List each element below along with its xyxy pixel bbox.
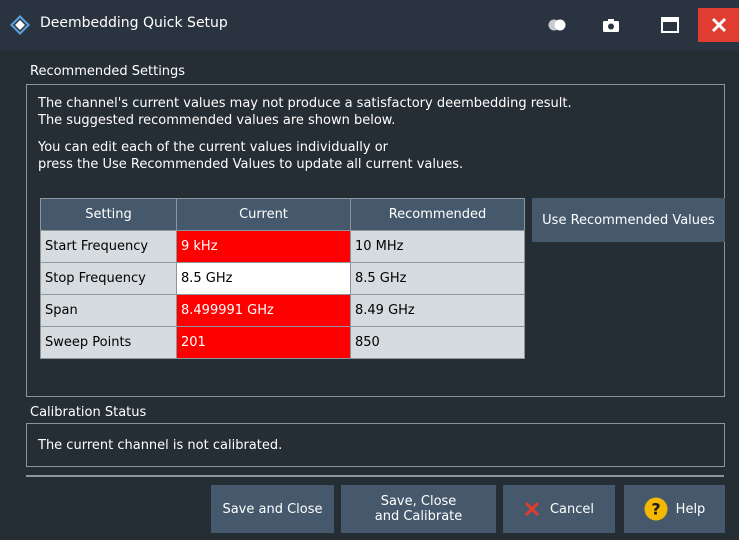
column-header-setting: Setting: [40, 198, 177, 231]
current-value-cell[interactable]: 8.499991 GHz: [176, 294, 351, 327]
recommended-value-cell: 850: [350, 326, 525, 359]
cancel-button[interactable]: Cancel: [503, 485, 615, 533]
save-close-calibrate-button[interactable]: Save, Close and Calibrate: [341, 485, 496, 533]
cancel-icon: [524, 501, 540, 517]
recommended-value-cell: 10 MHz: [350, 230, 525, 263]
warning-line-2: The suggested recommended values are sho…: [38, 113, 396, 128]
column-header-recommended: Recommended: [350, 198, 525, 231]
screenshot-button[interactable]: [596, 10, 626, 40]
instruction-line-2: press the Use Recommended Values to upda…: [38, 157, 464, 172]
instruction-line-1: You can edit each of the current values …: [38, 140, 388, 155]
close-button[interactable]: [698, 8, 739, 42]
table-row: Span 8.499991 GHz 8.49 GHz: [40, 294, 525, 327]
table-row: Sweep Points 201 850: [40, 326, 525, 359]
save-close-calibrate-label-2: and Calibrate: [374, 509, 463, 524]
table-row: Stop Frequency 8.5 GHz 8.5 GHz: [40, 262, 525, 295]
setting-name-cell: Sweep Points: [40, 326, 177, 359]
setting-name-cell: Span: [40, 294, 177, 327]
setting-name-cell: Stop Frequency: [40, 262, 177, 295]
current-value-cell[interactable]: 8.5 GHz: [176, 262, 351, 295]
save-and-close-button[interactable]: Save and Close: [211, 485, 334, 533]
table-header-row: Setting Current Recommended: [40, 198, 525, 231]
calibration-status-message: The current channel is not calibrated.: [38, 438, 283, 453]
app-logo-icon: [10, 15, 30, 35]
column-header-current: Current: [176, 198, 351, 231]
cancel-label: Cancel: [549, 501, 595, 517]
recommended-settings-label: Recommended Settings: [30, 64, 186, 79]
camera-icon: [603, 18, 619, 32]
title-bar: Deembedding Quick Setup: [0, 0, 739, 50]
current-value-cell[interactable]: 9 kHz: [176, 230, 351, 263]
window-title: Deembedding Quick Setup: [40, 15, 228, 31]
help-button[interactable]: ? Help: [624, 485, 725, 533]
toggle-button[interactable]: [542, 10, 572, 40]
setting-name-cell: Start Frequency: [40, 230, 177, 263]
toggle-icon: [548, 19, 566, 31]
help-icon: ?: [644, 497, 668, 521]
recommended-value-cell: 8.5 GHz: [350, 262, 525, 295]
settings-table: Setting Current Recommended Start Freque…: [40, 198, 525, 359]
save-close-calibrate-label-1: Save, Close: [380, 494, 457, 509]
maximize-icon: [661, 17, 679, 33]
use-recommended-values-button[interactable]: Use Recommended Values: [532, 198, 725, 242]
divider: [26, 475, 724, 477]
recommended-value-cell: 8.49 GHz: [350, 294, 525, 327]
svg-text:?: ?: [651, 500, 660, 519]
current-value-cell[interactable]: 201: [176, 326, 351, 359]
warning-line-1: The channel's current values may not pro…: [38, 96, 572, 111]
table-row: Start Frequency 9 kHz 10 MHz: [40, 230, 525, 263]
help-label: Help: [675, 501, 706, 517]
calibration-status-label: Calibration Status: [30, 405, 147, 420]
maximize-button[interactable]: [655, 10, 685, 40]
close-icon: [711, 17, 726, 33]
